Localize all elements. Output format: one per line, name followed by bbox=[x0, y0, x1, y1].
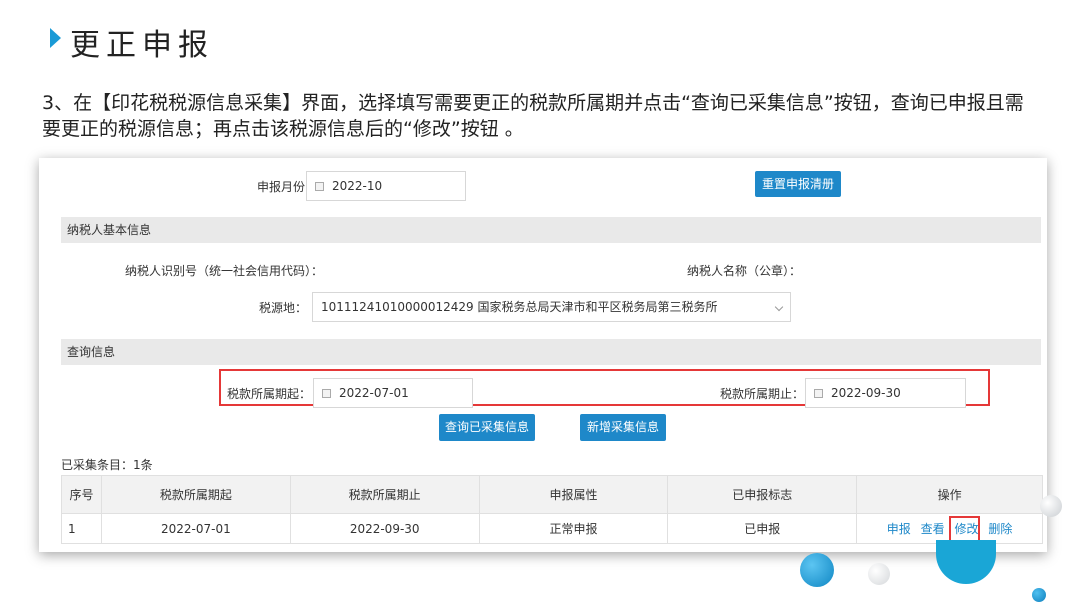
table-row: 1 2022-07-01 2022-09-30 正常申报 已申报 申报 查看 修… bbox=[61, 513, 1043, 544]
column-header: 税款所属期止 bbox=[289, 475, 480, 514]
collected-count-label: 已采集条目：1条 bbox=[61, 458, 153, 472]
calendar-icon bbox=[315, 182, 324, 191]
screenshot-panel: 申报月份： 2022-10 重置申报清册 纳税人基本信息 纳税人识别号（统一社会… bbox=[39, 158, 1047, 552]
tax-source-label: 税源地： bbox=[259, 301, 308, 315]
slide-description: 3、在【印花税税源信息采集】界面，选择填写需要更正的税款所属期并点击“查询已采集… bbox=[42, 92, 1024, 140]
results-table: 序号 税款所属期起 税款所属期止 申报属性 已申报标志 操作 1 2022-07… bbox=[61, 475, 1043, 544]
decorative-circle bbox=[800, 553, 834, 587]
query-collected-button[interactable]: 查询已采集信息 bbox=[439, 414, 535, 441]
period-start-value: 2022-07-01 bbox=[339, 386, 409, 400]
table-header-row: 序号 税款所属期起 税款所属期止 申报属性 已申报标志 操作 bbox=[61, 475, 1043, 514]
row-period-end: 2022-09-30 bbox=[289, 513, 480, 544]
column-header: 申报属性 bbox=[478, 475, 669, 514]
title-marker-icon bbox=[50, 28, 61, 48]
decorative-circle bbox=[936, 540, 996, 584]
decorative-circle bbox=[1032, 588, 1046, 602]
period-end-field[interactable]: 2022-09-30 bbox=[805, 378, 966, 408]
taxpayer-section-header: 纳税人基本信息 bbox=[61, 217, 1041, 243]
declare-month-field[interactable]: 2022-10 bbox=[306, 171, 466, 201]
declare-month-value: 2022-10 bbox=[332, 179, 383, 193]
row-attribute: 正常申报 bbox=[478, 513, 669, 544]
add-collection-button[interactable]: 新增采集信息 bbox=[580, 414, 666, 441]
taxpayer-id-label: 纳税人识别号（统一社会信用代码）： bbox=[125, 264, 324, 278]
period-start-field[interactable]: 2022-07-01 bbox=[313, 378, 473, 408]
row-index: 1 bbox=[61, 513, 102, 544]
declare-link[interactable]: 申报 bbox=[887, 522, 911, 536]
edit-highlight-box bbox=[949, 516, 981, 543]
row-actions: 申报 查看 修改 删除 bbox=[856, 513, 1043, 544]
chevron-down-icon bbox=[774, 302, 784, 312]
edit-link[interactable]: 修改 bbox=[949, 516, 981, 543]
column-header: 序号 bbox=[61, 475, 102, 514]
calendar-icon bbox=[814, 389, 823, 398]
row-period-start: 2022-07-01 bbox=[100, 513, 291, 544]
calendar-icon bbox=[322, 389, 331, 398]
decorative-circle bbox=[1040, 495, 1062, 517]
decorative-circle bbox=[868, 563, 890, 585]
period-start-label: 税款所属期起： bbox=[227, 387, 312, 401]
delete-link[interactable]: 删除 bbox=[988, 522, 1012, 536]
column-header: 已申报标志 bbox=[667, 475, 858, 514]
period-end-value: 2022-09-30 bbox=[831, 386, 901, 400]
slide-title: 更正申报 bbox=[70, 28, 214, 63]
query-section-header: 查询信息 bbox=[61, 339, 1041, 365]
tax-source-value: 10111241010000012429 国家税务总局天津市和平区税务局第三税务… bbox=[321, 300, 718, 314]
row-status-badge: 已申报 bbox=[667, 513, 858, 544]
column-header: 操作 bbox=[856, 475, 1043, 514]
taxpayer-name-label: 纳税人名称（公章）： bbox=[687, 264, 802, 278]
reset-declaration-button[interactable]: 重置申报清册 bbox=[755, 171, 841, 197]
tax-source-select[interactable]: 10111241010000012429 国家税务总局天津市和平区税务局第三税务… bbox=[312, 292, 791, 322]
view-link[interactable]: 查看 bbox=[921, 522, 945, 536]
period-end-label: 税款所属期止： bbox=[720, 387, 805, 401]
column-header: 税款所属期起 bbox=[100, 475, 291, 514]
